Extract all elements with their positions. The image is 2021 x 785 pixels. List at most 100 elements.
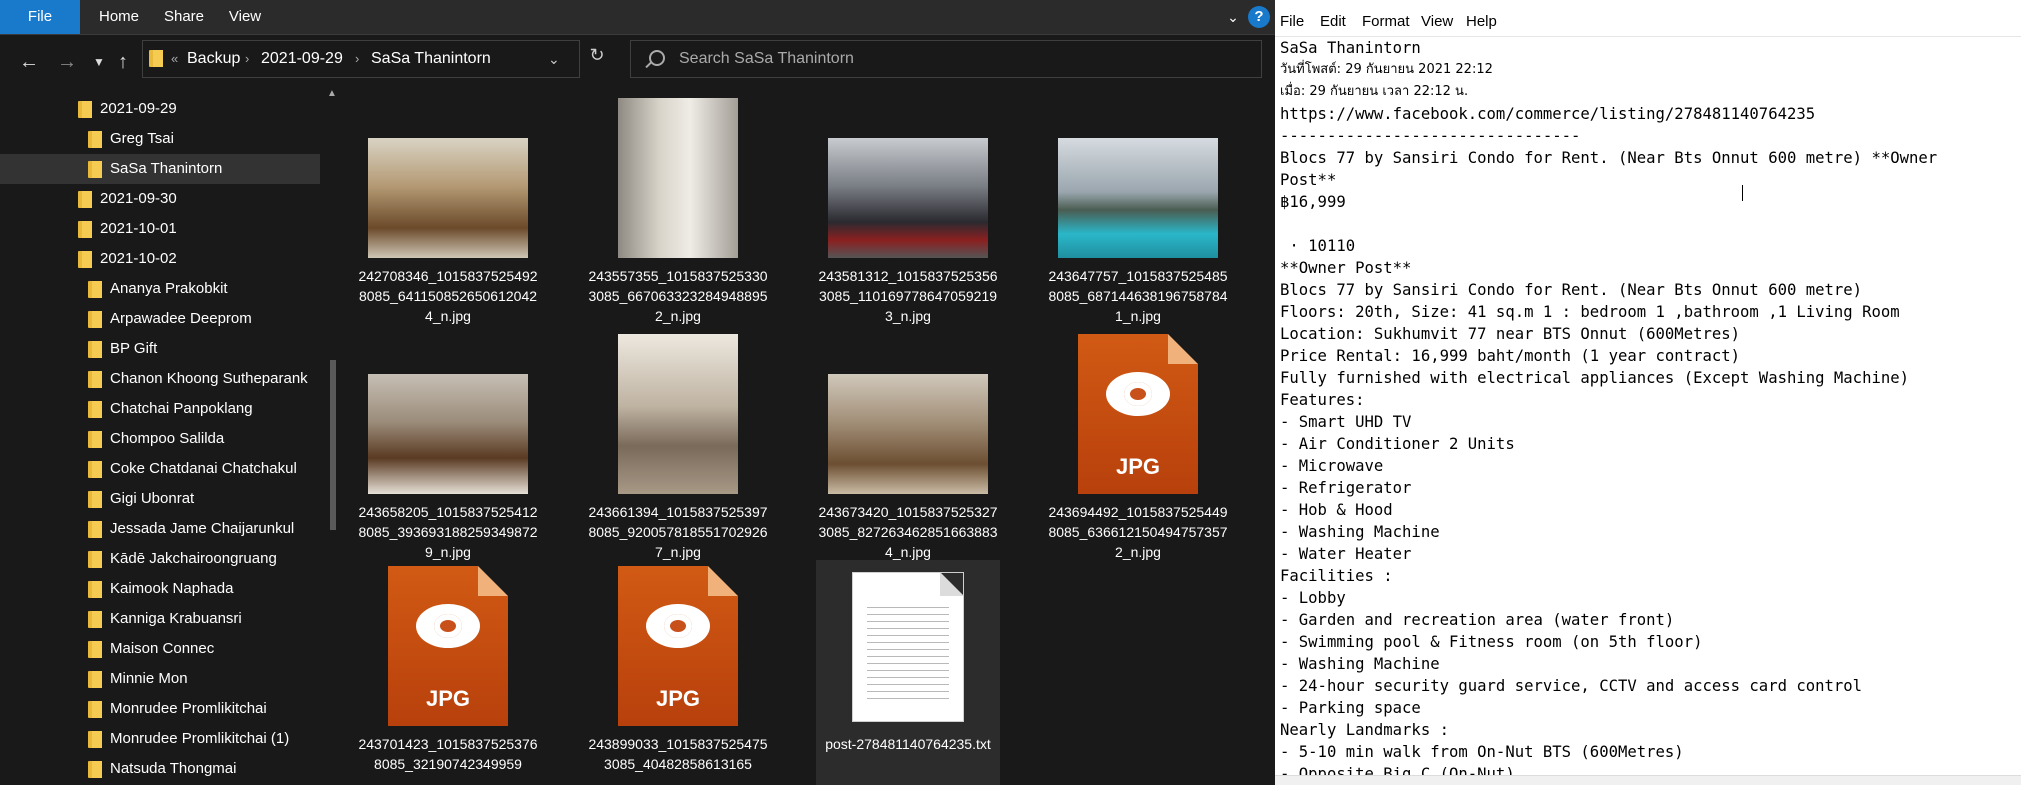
file-name: 243694492_10158375254498085_636612150494… — [1048, 504, 1228, 560]
folder-icon — [88, 551, 102, 568]
tree-item[interactable]: Arpawadee Deeprom — [0, 304, 320, 334]
text-line: Facilities : — [1280, 567, 1393, 585]
tree-item[interactable]: Greg Tsai — [0, 124, 320, 154]
text-line: - Air Conditioner 2 Units — [1280, 435, 1515, 453]
recent-locations-chevron-icon[interactable]: ▼ — [86, 49, 112, 75]
tree-item[interactable]: Chatchai Panpoklang — [0, 394, 320, 424]
forward-arrow-icon[interactable]: → — [54, 49, 80, 75]
tab-share[interactable]: Share — [154, 0, 214, 34]
file-name: 243661394_10158375253978085_920057818551… — [588, 504, 768, 560]
folder-icon — [88, 131, 102, 148]
page-fold-icon — [1168, 334, 1198, 364]
jpg-label: JPG — [655, 686, 701, 711]
folder-icon — [78, 191, 92, 208]
menu-view[interactable]: View — [1421, 8, 1453, 36]
menu-edit[interactable]: Edit — [1320, 8, 1346, 36]
file-item[interactable]: JPG 243694492_10158375254498085_636612150… — [1046, 328, 1230, 560]
eye-icon — [416, 604, 480, 648]
tree-item[interactable]: Kanniga Krabuansri — [0, 604, 320, 634]
file-item[interactable]: 243673420_10158375253273085_827263462851… — [816, 328, 1000, 560]
tree-item[interactable]: Natsuda Thongmai — [0, 754, 320, 784]
text-lines-icon — [867, 607, 949, 703]
address-dropdown-chevron-icon[interactable]: ⌄ — [548, 41, 560, 77]
tree-item[interactable]: Gigi Ubonrat — [0, 484, 320, 514]
breadcrumb-date[interactable]: 2021-09-29 — [261, 41, 343, 77]
jpg-file-icon: JPG — [388, 566, 508, 726]
tree-item[interactable]: 2021-10-01 — [0, 214, 320, 244]
text-line: SaSa Thanintorn — [1280, 39, 1421, 57]
text-line: https://www.facebook.com/commerce/listin… — [1280, 105, 1816, 123]
navigation-scrollbar[interactable] — [330, 100, 336, 785]
tree-item[interactable]: Chompoo Salilda — [0, 424, 320, 454]
tree-item-label: Kaimook Naphada — [110, 580, 234, 597]
text-line: - Water Heater — [1280, 545, 1412, 563]
breadcrumb-current-folder[interactable]: SaSa Thanintorn — [371, 41, 491, 77]
file-item[interactable]: 243647757_10158375254858085_687144638196… — [1046, 92, 1230, 324]
tree-item[interactable]: Jessada Jame Chaijarunkul — [0, 514, 320, 544]
file-item[interactable]: 243581312_10158375253563085_110169778647… — [816, 92, 1000, 324]
tree-item[interactable]: Maison Connec — [0, 634, 320, 664]
file-name: 243658205_10158375254128085_393693188259… — [358, 504, 538, 560]
search-icon — [649, 50, 665, 66]
tree-item[interactable]: Kaimook Naphada — [0, 574, 320, 604]
file-item[interactable]: 243661394_10158375253978085_920057818551… — [586, 328, 770, 560]
tree-item[interactable]: Ananya Prakobkit — [0, 274, 320, 304]
text-line: **Owner Post** — [1280, 259, 1412, 277]
tree-item[interactable]: SaSa Thanintorn — [0, 154, 320, 184]
menu-format[interactable]: Format — [1362, 8, 1410, 36]
menu-file[interactable]: File — [1280, 8, 1304, 36]
breadcrumb-separator-icon[interactable]: › — [245, 41, 249, 77]
scroll-up-arrow-icon[interactable]: ▲ — [326, 88, 338, 100]
tree-item[interactable]: Monrudee Promlikitchai (1) — [0, 724, 320, 754]
tree-item[interactable]: BP Gift — [0, 334, 320, 364]
tab-home[interactable]: Home — [86, 0, 152, 34]
folder-icon — [88, 521, 102, 538]
back-arrow-icon[interactable]: ← — [16, 49, 42, 75]
tab-file[interactable]: File — [0, 0, 80, 34]
search-input[interactable] — [679, 41, 1239, 77]
tab-view[interactable]: View — [220, 0, 270, 34]
tree-item[interactable]: Kādē Jakchairoongruang — [0, 544, 320, 574]
file-item[interactable]: 242708346_10158375254928085_641150852650… — [356, 92, 540, 324]
text-line: Blocs 77 by Sansiri Condo for Rent. (Nea… — [1280, 281, 1863, 299]
address-bar[interactable]: « Backup › 2021-09-29 › SaSa Thanintorn … — [142, 40, 580, 78]
scrollbar-thumb[interactable] — [330, 360, 336, 530]
image-thumbnail — [828, 374, 988, 494]
up-arrow-icon[interactable]: ↑ — [110, 49, 136, 75]
file-item[interactable]: JPG 243899033_10158375254753085_404828586… — [586, 560, 770, 785]
image-thumbnail — [618, 98, 738, 258]
text-line: Location: Sukhumvit 77 near BTS Onnut (6… — [1280, 325, 1741, 343]
help-icon[interactable]: ? — [1248, 6, 1270, 28]
image-thumbnail — [618, 334, 738, 494]
tree-item-label: Kādē Jakchairoongruang — [110, 550, 277, 567]
expand-ribbon-chevron-icon[interactable]: ⌄ — [1224, 8, 1242, 26]
folder-icon — [88, 641, 102, 658]
text-line: - 24-hour security guard service, CCTV a… — [1280, 677, 1863, 695]
page-fold-icon — [940, 573, 963, 596]
file-item[interactable]: 243557355_10158375253303085_667063323284… — [586, 92, 770, 324]
eye-icon — [646, 604, 710, 648]
tree-item[interactable]: 2021-09-29 — [0, 94, 320, 124]
overflow-chevron-icon[interactable]: « — [171, 41, 178, 77]
tree-item[interactable]: Coke Chatdanai Chatchakul — [0, 454, 320, 484]
tree-item[interactable]: 2021-10-02 — [0, 244, 320, 274]
tree-item-label: 2021-10-01 — [100, 220, 177, 237]
text-line: วันที่โพสต์: 29 กันยายน 2021 22:12 — [1280, 62, 1493, 77]
file-item[interactable]: 243658205_10158375254128085_393693188259… — [356, 328, 540, 560]
tree-item[interactable]: 2021-09-30 — [0, 184, 320, 214]
folder-icon — [88, 761, 102, 778]
breadcrumb-backup[interactable]: Backup — [187, 41, 240, 77]
search-box[interactable] — [630, 40, 1262, 78]
tree-item[interactable]: Chanon Khoong Sutheparank — [0, 364, 320, 394]
tree-item[interactable]: Minnie Mon — [0, 664, 320, 694]
file-item[interactable]: post-278481140764235.txt — [816, 560, 1000, 785]
file-item[interactable]: JPG 243701423_10158375253768085_321907423… — [356, 560, 540, 785]
tree-item-label: 2021-10-02 — [100, 250, 177, 267]
notepad-text-area[interactable]: SaSa Thanintorn วันที่โพสต์: 29 กันยายน 2… — [1275, 37, 2021, 783]
refresh-icon[interactable]: ↻ — [586, 44, 608, 66]
tree-item-label: SaSa Thanintorn — [110, 160, 223, 177]
breadcrumb-separator-icon[interactable]: › — [355, 41, 359, 77]
file-name: 243673420_10158375253273085_827263462851… — [818, 504, 998, 560]
menu-help[interactable]: Help — [1466, 8, 1497, 36]
tree-item[interactable]: Monrudee Promlikitchai — [0, 694, 320, 724]
